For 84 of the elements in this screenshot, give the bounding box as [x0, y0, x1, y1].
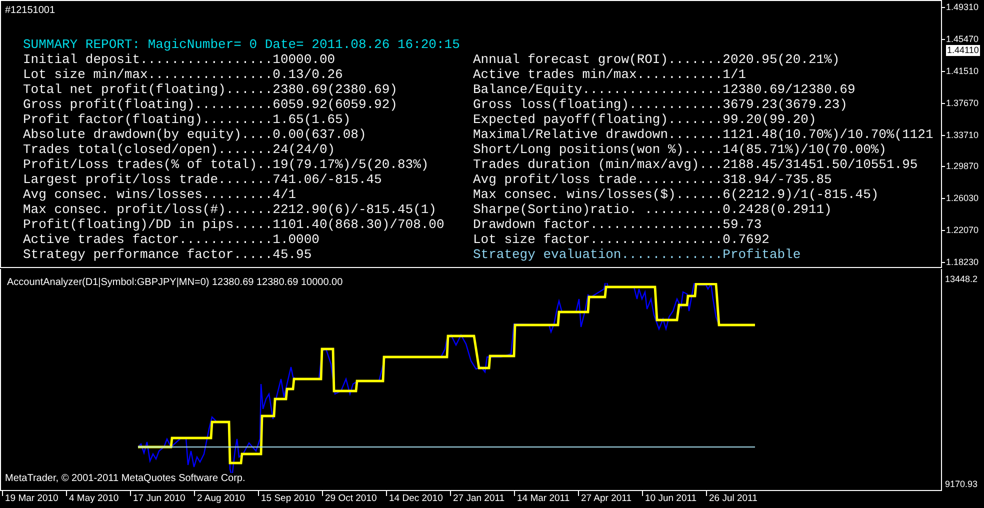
value-label: 13448.2 [944, 274, 979, 285]
stat-label: Max consec. profit/loss(#)...... [23, 202, 273, 217]
stat-label: Sharpe(Sortino)ratio. .......... [473, 202, 723, 217]
date-label: 19 Mar 2010 [4, 492, 58, 506]
price-label: 1.33710 [946, 130, 979, 140]
stat-label: Short/Long positions(won %)..... [473, 142, 723, 157]
stat-label: Absolute drawdown(by equity).... [23, 127, 273, 142]
stat-value: 59.73 [722, 217, 762, 232]
date-label: 10 Jun 2011 [644, 492, 697, 506]
stat-value: 0.00(637.08) [272, 127, 366, 142]
value-label: 9170.93 [944, 479, 979, 490]
date-label: 27 Apr 2011 [580, 492, 632, 506]
stat-value: 45.95 [272, 247, 312, 262]
stat-label: Total net profit(floating)...... [23, 82, 273, 97]
stat-value: 1.0000 [272, 232, 320, 247]
price-label: 1.41510 [946, 66, 979, 77]
stat-value: 10000.00 [272, 52, 336, 67]
stat-value: 1.65(1.65) [272, 112, 351, 127]
price-label: 1.18230 [946, 257, 979, 268]
stat-label: Drawdown factor................. [473, 217, 723, 232]
date-label: 15 Sep 2010 [260, 492, 315, 506]
stat-label: Profit factor(floating)......... [23, 112, 273, 127]
stat-label: Strategy performance factor..... [23, 247, 273, 262]
stat-value: 14(85.71%)/10(70.00%) [722, 142, 886, 157]
stat-label: Expected payoff(floating)....... [473, 112, 723, 127]
stat-value: 6(2212.9)/1(-815.45) [722, 187, 879, 202]
stat-label: Profit(floating)/DD in pips..... [23, 217, 273, 232]
stat-value: 0.2428(0.2911) [722, 202, 832, 217]
stat-value: 1/1 [722, 67, 746, 82]
price-label: 1.37670 [946, 98, 979, 109]
price-label: 1.22070 [946, 225, 979, 236]
stat-value: 0.13/0.26 [272, 67, 343, 82]
price-label: 1.49310 [946, 2, 979, 13]
date-label: 29 Oct 2010 [324, 492, 377, 506]
stat-value: 19(79.17%)/5(20.83%) [272, 157, 429, 172]
stat-value: 1101.40(868.30)/708.00 [272, 217, 444, 232]
stat-label: Annual forecast grow(ROI)....... [473, 52, 723, 67]
stat-label: Balance/Equity.................. [473, 82, 723, 97]
price-label: 1.26030 [946, 193, 979, 204]
stat-label: Active trades min/max........... [473, 67, 723, 82]
stat-label: Maximal/Relative drawdown....... [473, 127, 723, 142]
stat-label: Active trades factor............ [23, 232, 273, 247]
account-number: #12151001 [5, 5, 56, 17]
stat-value: 99.20(99.20) [722, 112, 816, 127]
date-label: 27 Jan 2011 [452, 492, 505, 506]
price-label: 1.45470 [946, 34, 979, 45]
stat-label: Avg consec. wins/losses......... [23, 187, 273, 202]
stat-value: 12380.69/12380.69 [722, 82, 856, 97]
stat-label: Gross loss(floating)............ [473, 97, 723, 112]
date-label: 14 Dec 2010 [388, 492, 443, 506]
date-label: 26 Jul 2011 [708, 492, 758, 506]
stat-value: 318.94/-735.85 [722, 172, 832, 187]
date-label: 14 Mar 2011 [516, 492, 570, 506]
copyright-text: MetaTrader, © 2001-2011 MetaQuotes Software Corp. [5, 472, 246, 486]
stat-label: Lot size factor................. [473, 232, 723, 247]
stat-value: 2188.45/31451.50/10551.95 [722, 157, 918, 172]
stat-value: 1121.48(10.70%)/10.70%(1121 [722, 127, 934, 142]
stat-label: Trades duration (min/max/avg)... [473, 157, 723, 172]
stat-label: Strategy evaluation............. [473, 247, 723, 262]
stat-value: 0.7692 [722, 232, 770, 247]
stat-value: 2020.95(20.21%) [722, 52, 840, 67]
stat-label: Avg profit/loss trade........... [473, 172, 723, 187]
stat-value: Profitable [722, 247, 801, 262]
stat-value: 4/1 [272, 187, 296, 202]
price-label: 1.29870 [946, 161, 979, 172]
stat-label: Trades total(closed/open)....... [23, 142, 273, 157]
stat-value: 741.06/-815.45 [272, 172, 382, 187]
current-price-label: 1.44110 [946, 45, 980, 56]
stat-value: 3679.23(3679.23) [722, 97, 848, 112]
indicator-label: AccountAnalyzer(D1|Symbol:GBPJPY|MN=0) 12380.69 12380.69 10000.00 [7, 276, 343, 290]
stat-label: Largest profit/loss trade....... [23, 172, 273, 187]
date-label: 4 May 2010 [68, 492, 119, 506]
stat-value: 6059.92(6059.92) [272, 97, 398, 112]
report-title: SUMMARY REPORT: MagicNumber= 0 Date= 2011.08.26 16:20:15 [23, 37, 460, 52]
stat-label: Gross profit(floating).......... [23, 97, 273, 112]
stat-label: Initial deposit................. [23, 52, 273, 67]
stat-label: Profit/Loss trades(% of total).. [23, 157, 273, 172]
stat-value: 24(24/0) [272, 142, 336, 157]
date-label: 2 Aug 2010 [196, 492, 246, 506]
stat-label: Max consec. wins/losses($)...... [473, 187, 723, 202]
stat-value: 2380.69(2380.69) [272, 82, 398, 97]
stat-value: 2212.90(6)/-815.45(1) [272, 202, 436, 217]
date-label: 17 Jun 2010 [132, 492, 186, 506]
stat-label: Lot size min/max................ [23, 67, 273, 82]
